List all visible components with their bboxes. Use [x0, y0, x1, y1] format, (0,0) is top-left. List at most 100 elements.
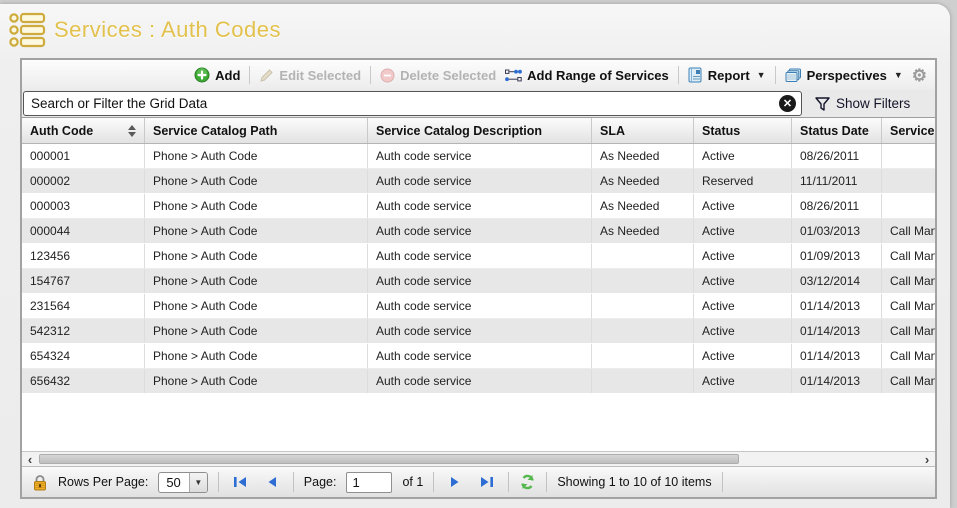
column-header-auth-code[interactable]: Auth Code — [22, 118, 145, 143]
grid-cell: 542312 — [22, 319, 145, 343]
add-button[interactable]: Add — [194, 67, 240, 83]
grid-cell: Reserved — [694, 169, 792, 193]
grid-cell: 654324 — [22, 344, 145, 368]
perspectives-button[interactable]: Perspectives ▼ — [785, 68, 903, 83]
grid-cell: Phone > Auth Code — [145, 219, 368, 243]
delete-selected-button[interactable]: Delete Selected — [380, 68, 496, 83]
perspectives-caret-icon: ▼ — [894, 70, 903, 80]
grid-cell: 01/14/2013 — [792, 319, 882, 343]
page-number-input[interactable] — [346, 472, 392, 493]
window-header: Services : Auth Codes — [0, 4, 950, 56]
grid-cell: 11/11/2011 — [792, 169, 882, 193]
grid-cell: 000044 — [22, 219, 145, 243]
footer-divider — [293, 472, 294, 492]
grid-cell — [592, 344, 694, 368]
column-header-status-date[interactable]: Status Date — [792, 118, 882, 143]
grid-cell: Active — [694, 344, 792, 368]
table-row[interactable]: 000001Phone > Auth CodeAuth code service… — [22, 144, 935, 169]
column-header-sla[interactable]: SLA — [592, 118, 694, 143]
gear-icon[interactable]: ⚙ — [912, 67, 927, 84]
grid-cell: 08/26/2011 — [792, 194, 882, 218]
last-page-button[interactable] — [476, 472, 498, 492]
column-header-status[interactable]: Status — [694, 118, 792, 143]
grid-cell: 231564 — [22, 294, 145, 318]
add-plus-icon — [194, 67, 210, 83]
first-page-button[interactable] — [229, 472, 251, 492]
grid-cell: Active — [694, 369, 792, 393]
report-button[interactable]: Report ▼ — [688, 67, 766, 83]
rows-per-page-select[interactable]: 50 ▼ — [158, 472, 207, 493]
range-icon — [505, 69, 522, 82]
delete-minus-icon — [380, 68, 395, 83]
footer-divider — [433, 472, 434, 492]
refresh-button[interactable] — [519, 474, 536, 490]
column-header-service-h[interactable]: Service H — [882, 118, 935, 143]
toolbar-divider — [370, 66, 371, 84]
grid-empty-area — [22, 394, 935, 451]
grid-cell: Phone > Auth Code — [145, 294, 368, 318]
table-row[interactable]: 123456Phone > Auth CodeAuth code service… — [22, 244, 935, 269]
grid-cell: Phone > Auth Code — [145, 144, 368, 168]
grid-cell: Auth code service — [368, 244, 592, 268]
grid-cell: 000003 — [22, 194, 145, 218]
table-row[interactable]: 654324Phone > Auth CodeAuth code service… — [22, 344, 935, 369]
grid-cell: Auth code service — [368, 219, 592, 243]
filter-funnel-icon — [815, 97, 830, 111]
grid-body: 000001Phone > Auth CodeAuth code service… — [22, 144, 935, 394]
grid-cell: 03/12/2014 — [792, 269, 882, 293]
table-row[interactable]: 000003Phone > Auth CodeAuth code service… — [22, 194, 935, 219]
column-header-service-catalog-description[interactable]: Service Catalog Description — [368, 118, 592, 143]
rows-per-page-label: Rows Per Page: — [58, 475, 148, 489]
grid-cell: Auth code service — [368, 169, 592, 193]
app-window: Services : Auth Codes Add Edit Selected — [0, 4, 950, 508]
table-row[interactable]: 656432Phone > Auth CodeAuth code service… — [22, 369, 935, 394]
grid-cell: 01/09/2013 — [792, 244, 882, 268]
show-filters-button[interactable]: Show Filters — [803, 90, 935, 117]
grid-cell — [592, 269, 694, 293]
search-input[interactable] — [24, 96, 801, 111]
select-caret-icon: ▼ — [189, 473, 207, 492]
grid-cell: Auth code service — [368, 194, 592, 218]
grid-cell: 08/26/2011 — [792, 144, 882, 168]
add-range-of-services-button[interactable]: Add Range of Services — [505, 68, 669, 83]
clear-search-icon[interactable]: ✕ — [779, 95, 796, 112]
grid-cell: 154767 — [22, 269, 145, 293]
scrollbar-thumb[interactable] — [39, 454, 739, 464]
grid-cell — [882, 169, 935, 193]
refresh-icon — [519, 474, 536, 490]
grid-cell: 000002 — [22, 169, 145, 193]
table-row[interactable]: 154767Phone > Auth CodeAuth code service… — [22, 269, 935, 294]
previous-page-button[interactable] — [261, 472, 283, 492]
page-label: Page: — [304, 475, 337, 489]
grid-cell: Active — [694, 194, 792, 218]
table-row[interactable]: 231564Phone > Auth CodeAuth code service… — [22, 294, 935, 319]
next-page-button[interactable] — [444, 472, 466, 492]
grid-cell: As Needed — [592, 219, 694, 243]
table-row[interactable]: 000002Phone > Auth CodeAuth code service… — [22, 169, 935, 194]
footer-divider — [546, 472, 547, 492]
scroll-left-icon[interactable]: ‹ — [22, 452, 38, 467]
column-header-service-catalog-path[interactable]: Service Catalog Path — [145, 118, 368, 143]
grid-cell — [882, 144, 935, 168]
scroll-right-icon[interactable]: › — [919, 452, 935, 467]
toolbar-divider — [678, 66, 679, 84]
grid-cell: As Needed — [592, 144, 694, 168]
table-row[interactable]: 542312Phone > Auth CodeAuth code service… — [22, 319, 935, 344]
grid-cell: Phone > Auth Code — [145, 244, 368, 268]
grid-cell: Auth code service — [368, 269, 592, 293]
perspectives-icon — [785, 68, 802, 83]
grid-cell: Active — [694, 294, 792, 318]
grid-cell: 01/14/2013 — [792, 344, 882, 368]
grid-cell: Auth code service — [368, 294, 592, 318]
next-page-icon — [450, 476, 461, 488]
grid-cell: 123456 — [22, 244, 145, 268]
footer-divider — [508, 472, 509, 492]
grid-cell — [592, 294, 694, 318]
grid-cell: Auth code service — [368, 344, 592, 368]
grid-cell: Active — [694, 319, 792, 343]
edit-selected-button[interactable]: Edit Selected — [259, 68, 361, 83]
horizontal-scrollbar[interactable]: ‹ › — [22, 451, 935, 466]
lock-icon[interactable] — [32, 474, 48, 491]
pencil-icon — [259, 68, 274, 83]
table-row[interactable]: 000044Phone > Auth CodeAuth code service… — [22, 219, 935, 244]
